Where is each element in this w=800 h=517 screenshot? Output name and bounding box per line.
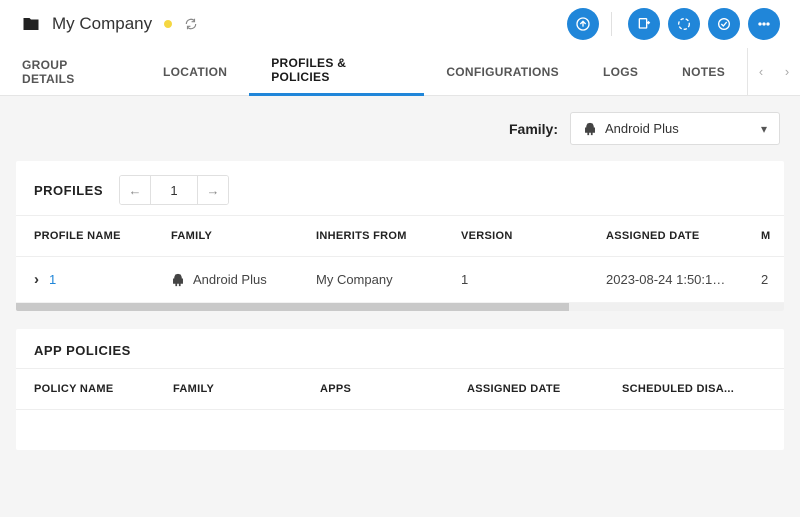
- folder-icon: [20, 15, 42, 33]
- tabs-scroll-right[interactable]: ›: [774, 48, 800, 96]
- tab-logs[interactable]: LOGS: [581, 48, 660, 96]
- tab-group-details[interactable]: GROUP DETAILS: [0, 48, 141, 96]
- table-row[interactable]: › 1 Android Plus My Company 1 2023-08-24…: [16, 257, 784, 303]
- action-sync-button[interactable]: [668, 8, 700, 40]
- col-policy-assigned-date[interactable]: ASSIGNED DATE: [457, 369, 612, 409]
- family-filter-row: Family: Android Plus ▾: [16, 112, 784, 145]
- row-extra: 2: [761, 272, 768, 287]
- tabs-bar: GROUP DETAILS LOCATION PROFILES & POLICI…: [0, 48, 800, 96]
- status-dot: [164, 20, 172, 28]
- app-policies-panel: APP POLICIES POLICY NAME FAMILY APPS ASS…: [16, 329, 784, 450]
- expand-icon[interactable]: ›: [34, 271, 39, 288]
- tab-profiles-policies[interactable]: PROFILES & POLICIES: [249, 48, 424, 96]
- profile-name-link[interactable]: 1: [49, 272, 56, 287]
- col-extra[interactable]: M: [751, 216, 781, 256]
- tabs-scroll-left[interactable]: ‹: [748, 48, 774, 96]
- profiles-page-number[interactable]: 1: [150, 176, 198, 204]
- row-family: Android Plus: [193, 272, 267, 287]
- policies-table-header: POLICY NAME FAMILY APPS ASSIGNED DATE SC…: [16, 368, 784, 410]
- profiles-prev-page[interactable]: ←: [120, 176, 150, 204]
- app-policies-title: APP POLICIES: [34, 343, 131, 358]
- profiles-next-page[interactable]: →: [198, 176, 228, 204]
- tab-location[interactable]: LOCATION: [141, 48, 249, 96]
- col-scheduled-disable[interactable]: SCHEDULED DISA...: [612, 369, 772, 409]
- profiles-title: PROFILES: [34, 183, 103, 198]
- col-version[interactable]: VERSION: [451, 216, 596, 256]
- row-version: 1: [461, 272, 468, 287]
- col-policy-family[interactable]: FAMILY: [163, 369, 310, 409]
- tab-notes[interactable]: NOTES: [660, 48, 747, 96]
- profiles-panel: PROFILES ← 1 → PROFILE NAME FAMILY INHER…: [16, 161, 784, 311]
- row-assigned-date: 2023-08-24 1:50:1…: [606, 272, 725, 287]
- col-apps[interactable]: APPS: [310, 369, 457, 409]
- col-policy-name[interactable]: POLICY NAME: [16, 369, 163, 409]
- profiles-table-header: PROFILE NAME FAMILY INHERITS FROM VERSIO…: [16, 215, 784, 257]
- chevron-down-icon: ▾: [761, 122, 767, 136]
- family-select-value: Android Plus: [605, 121, 679, 136]
- android-icon: [171, 273, 185, 287]
- action-upload-button[interactable]: [567, 8, 599, 40]
- col-profile-name[interactable]: PROFILE NAME: [16, 216, 161, 256]
- page-header: My Company: [0, 0, 800, 48]
- action-export-button[interactable]: [628, 8, 660, 40]
- col-assigned-date[interactable]: ASSIGNED DATE: [596, 216, 751, 256]
- col-inherits[interactable]: INHERITS FROM: [306, 216, 451, 256]
- action-more-button[interactable]: [748, 8, 780, 40]
- col-family[interactable]: FAMILY: [161, 216, 306, 256]
- family-label: Family:: [509, 121, 558, 137]
- row-inherits: My Company: [316, 272, 393, 287]
- action-check-button[interactable]: [708, 8, 740, 40]
- tab-configurations[interactable]: CONFIGURATIONS: [424, 48, 581, 96]
- family-select[interactable]: Android Plus ▾: [570, 112, 780, 145]
- android-icon: [583, 122, 597, 136]
- profiles-pager: ← 1 →: [119, 175, 229, 205]
- page-title: My Company: [52, 14, 152, 34]
- profiles-hscroll[interactable]: [16, 303, 784, 311]
- header-divider: [611, 12, 612, 36]
- refresh-icon[interactable]: [184, 17, 198, 31]
- hscroll-thumb[interactable]: [16, 303, 569, 311]
